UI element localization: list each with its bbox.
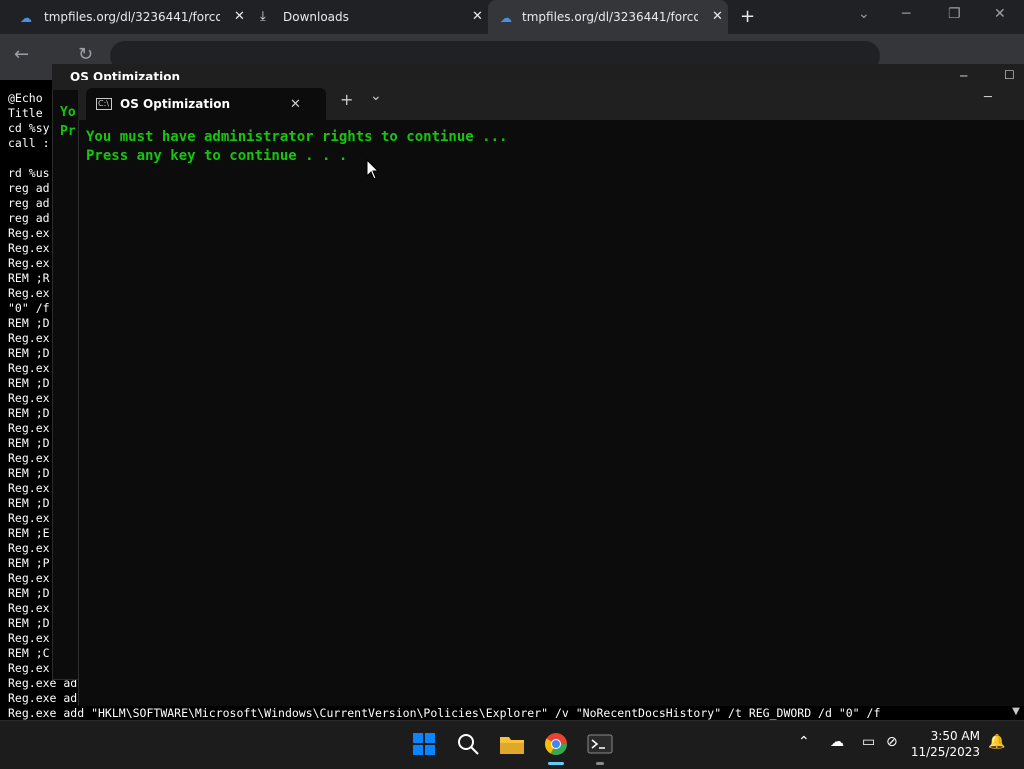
browser-tab-2[interactable]: ⤓ Downloads ✕ — [250, 0, 488, 34]
browser-tab-label: tmpfiles.org/dl/3236441/forcolla — [522, 10, 698, 24]
terminal-front-line: Press any key to continue . . . — [86, 148, 348, 164]
system-clock[interactable]: 3:50 AM 11/25/2023 — [911, 728, 980, 760]
network-icon[interactable]: ⊘ — [886, 734, 898, 750]
terminal-icon — [587, 734, 613, 754]
terminal-window-front[interactable] — [78, 80, 1024, 708]
close-icon[interactable]: ✕ — [290, 97, 301, 112]
terminal-tab[interactable]: C:\ OS Optimization ✕ — [86, 88, 326, 120]
cmd-icon: C:\ — [96, 98, 112, 110]
chrome-icon — [545, 733, 567, 755]
terminal-new-tab-button[interactable]: + — [340, 90, 353, 109]
display-icon[interactable]: ▭ — [862, 734, 875, 750]
windows-icon — [413, 733, 435, 755]
back-arrow-icon[interactable]: ← — [14, 44, 29, 65]
terminal-button[interactable] — [584, 728, 616, 760]
terminal-front-output: You must have administrator rights to co… — [86, 128, 507, 166]
browser-tab-label: tmpfiles.org/dl/3236441/forcolla — [44, 10, 220, 24]
running-app-indicator — [596, 762, 604, 765]
minimize-button[interactable]: ─ — [902, 6, 910, 22]
terminal-dropdown-button[interactable]: ⌄ — [370, 88, 382, 104]
terminal-minimize-button[interactable]: ─ — [984, 90, 992, 105]
clock-date: 11/25/2023 — [910, 745, 980, 759]
terminal-back-output: Yo Pr — [60, 103, 76, 141]
browser-tabstrip: ☁ tmpfiles.org/dl/3236441/forcolla ✕ ⤓ D… — [0, 0, 1024, 34]
chevron-up-icon[interactable]: ⌃ — [798, 734, 810, 750]
new-tab-button[interactable]: + — [740, 6, 755, 27]
terminal-back-line: Pr — [60, 124, 76, 139]
browser-tab-label: Downloads — [283, 10, 349, 24]
download-icon: ⤓ — [260, 9, 266, 24]
close-icon[interactable]: ✕ — [472, 9, 483, 24]
close-button[interactable]: ✕ — [994, 6, 1006, 22]
active-app-indicator — [548, 762, 564, 765]
close-icon[interactable]: ✕ — [234, 9, 245, 24]
batch-last-line: Reg.exe add "HKLM\SOFTWARE\Microsoft\Win… — [8, 706, 881, 720]
file-explorer-button[interactable] — [496, 728, 528, 760]
chrome-button[interactable] — [540, 728, 572, 760]
mouse-cursor-icon — [366, 159, 380, 180]
browser-tab-1[interactable]: ☁ tmpfiles.org/dl/3236441/forcolla ✕ — [8, 0, 258, 34]
browser-tab-3[interactable]: ☁ tmpfiles.org/dl/3236441/forcolla ✕ — [488, 0, 728, 34]
reload-icon[interactable]: ↻ — [78, 44, 93, 65]
folder-icon — [500, 737, 524, 754]
search-icon — [458, 734, 479, 755]
start-button[interactable] — [408, 728, 440, 760]
terminal-back-line: Yo — [60, 105, 76, 120]
search-button[interactable] — [452, 728, 484, 760]
terminal-tab-title: OS Optimization — [120, 97, 230, 111]
close-icon[interactable]: ✕ — [712, 9, 723, 24]
cloud-icon: ☁ — [500, 11, 512, 25]
clock-time: 3:50 AM — [930, 729, 980, 743]
batch-line: Reg.exe ad — [8, 691, 78, 705]
restore-button[interactable]: ❐ — [948, 6, 961, 22]
scroll-down-arrow-icon[interactable]: ▼ — [1009, 706, 1023, 718]
notification-bell-icon[interactable]: 🔔 — [988, 734, 1005, 750]
tab-search-icon[interactable]: ⌄ — [858, 6, 870, 22]
onedrive-icon[interactable]: ☁ — [830, 734, 844, 750]
terminal-front-line: You must have administrator rights to co… — [86, 129, 508, 145]
cloud-icon: ☁ — [20, 11, 32, 25]
